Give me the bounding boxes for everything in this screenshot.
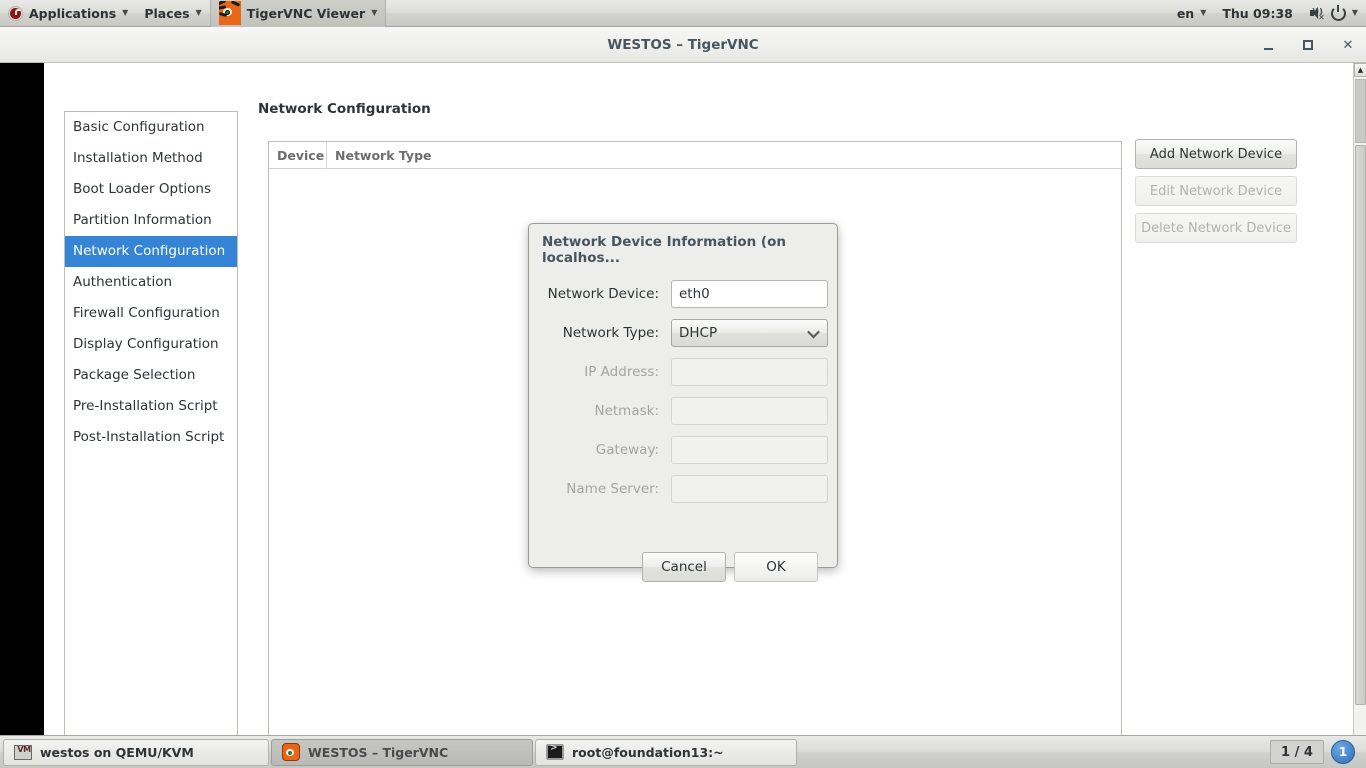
places-menu[interactable]: Places ▼ [136,0,209,27]
keyboard-layout-indicator[interactable]: en ▼ [1169,0,1215,27]
sidebar-item-firewall-configuration[interactable]: Firewall Configuration [65,298,237,329]
taskbar-item-qemu-label: westos on QEMU/KVM [40,744,194,760]
notification-badge[interactable]: 1 [1331,740,1355,764]
sidebar-item-post-installation-script[interactable]: Post-Installation Script [65,422,237,453]
scroll-up-arrow-icon[interactable]: ▲ [1354,63,1366,77]
chevron-down-icon: ▼ [1200,8,1207,17]
sidebar: Basic Configuration Installation Method … [64,111,238,739]
sidebar-item-installation-method[interactable]: Installation Method [65,143,237,174]
device-action-buttons: Add Network Device Edit Network Device D… [1135,139,1297,243]
netmask-row: Netmask: [529,397,839,425]
tigervnc-icon [282,743,300,761]
top-panel-status-area: en ▼ Thu 09:38 ))) ✕ ▼ [1169,0,1366,27]
places-menu-label: Places [144,5,190,21]
ok-button[interactable]: OK [734,552,818,582]
applications-menu-label: Applications [29,5,117,21]
taskbar-item-terminal-label: root@foundation13:~ [572,744,724,760]
taskbar-item-tigervnc-label: WESTOS – TigerVNC [308,744,449,760]
network-type-select[interactable]: DHCP [671,319,828,347]
column-header-network-type[interactable]: Network Type [327,142,1121,169]
gateway-input [671,436,828,464]
vertical-scrollbar[interactable]: ▲ [1353,63,1366,735]
network-type-selected-value: DHCP [679,325,718,341]
network-device-row: Network Device: eth0 [529,280,839,308]
close-button[interactable]: ✕ [1340,37,1356,53]
workspace-switcher[interactable]: 1 / 4 [1270,740,1324,764]
gateway-label: Gateway: [595,442,659,458]
chevron-down-icon: ▼ [122,8,129,17]
netmask-label: Netmask: [594,403,659,419]
network-device-label: Network Device: [547,286,659,302]
minimize-button[interactable] [1260,37,1276,53]
keyboard-layout-label: en [1176,5,1195,21]
network-device-input[interactable]: eth0 [671,280,828,308]
name-server-input [671,475,828,503]
sidebar-item-package-selection[interactable]: Package Selection [65,360,237,391]
chevron-down-icon: ▼ [371,8,378,17]
sidebar-item-network-configuration[interactable]: Network Configuration [65,236,237,267]
taskbar-item-tigervnc[interactable]: WESTOS – TigerVNC [271,738,533,766]
active-window-menu[interactable]: TigerVNC Viewer ▼ [209,0,387,27]
terminal-icon [546,743,564,760]
qemu-icon [14,744,33,760]
gateway-row: Gateway: [529,436,839,464]
delete-network-device-button: Delete Network Device [1135,213,1297,243]
network-device-information-dialog: Network Device Information (on localhos.… [528,223,839,582]
window-controls: ✕ [1260,27,1356,63]
sidebar-item-basic-configuration[interactable]: Basic Configuration [65,112,237,143]
clock[interactable]: Thu 09:38 [1214,0,1300,27]
network-type-row: Network Type: DHCP [529,319,839,347]
sidebar-item-display-configuration[interactable]: Display Configuration [65,329,237,360]
name-server-row: Name Server: [529,475,839,503]
tigervnc-window: WESTOS – TigerVNC ✕ Basic Configuration … [0,27,1366,739]
maximize-button[interactable] [1300,37,1316,53]
volume-muted-icon: ))) ✕ [1309,6,1325,22]
dialog-buttons: Cancel OK [642,552,832,582]
taskbar-item-qemu[interactable]: westos on QEMU/KVM [3,738,269,766]
scrollbar-thumb[interactable] [1355,145,1366,705]
name-server-label: Name Server: [566,481,659,497]
page-title: Network Configuration [258,101,431,117]
column-header-device[interactable]: Device [269,141,327,169]
sidebar-item-partition-information[interactable]: Partition Information [65,205,237,236]
window-titlebar[interactable]: WESTOS – TigerVNC ✕ [0,27,1366,63]
edit-network-device-button: Edit Network Device [1135,176,1297,206]
window-title: WESTOS – TigerVNC [607,36,759,53]
bottom-panel: westos on QEMU/KVM WESTOS – TigerVNC roo… [0,735,1366,768]
chevron-down-icon [809,328,818,337]
netmask-input [671,397,828,425]
power-icon [1330,4,1346,21]
table-header-row: Device Network Type [269,141,1121,169]
add-network-device-button[interactable]: Add Network Device [1135,139,1297,169]
cancel-button[interactable]: Cancel [642,552,726,582]
system-status-menu[interactable]: ))) ✕ ▼ [1301,0,1366,27]
vnc-framebuffer[interactable]: Basic Configuration Installation Method … [0,63,1353,739]
sidebar-item-boot-loader-options[interactable]: Boot Loader Options [65,174,237,205]
tigervnc-icon [218,1,241,25]
chevron-down-icon: ▼ [195,8,202,17]
network-type-label: Network Type: [562,325,659,341]
ip-address-label: IP Address: [584,364,659,380]
taskbar-item-terminal[interactable]: root@foundation13:~ [535,738,797,766]
fedora-logo-icon [8,5,23,21]
sidebar-item-pre-installation-script[interactable]: Pre-Installation Script [65,391,237,422]
scrollbar-track[interactable] [1355,79,1366,143]
ip-address-input [671,358,828,386]
clock-label: Thu 09:38 [1222,5,1293,21]
ip-address-row: IP Address: [529,358,839,386]
top-panel: Applications ▼ Places ▼ TigerVNC Viewer … [0,0,1366,27]
active-window-label: TigerVNC Viewer [246,5,366,21]
sidebar-item-authentication[interactable]: Authentication [65,267,237,298]
bottom-panel-status-area: 1 / 4 1 [1270,740,1363,764]
chevron-down-icon: ▼ [1351,8,1358,17]
dialog-title: Network Device Information (on localhos.… [542,234,786,266]
kickstart-configurator: Basic Configuration Installation Method … [44,63,1353,739]
applications-menu[interactable]: Applications ▼ [0,0,136,27]
